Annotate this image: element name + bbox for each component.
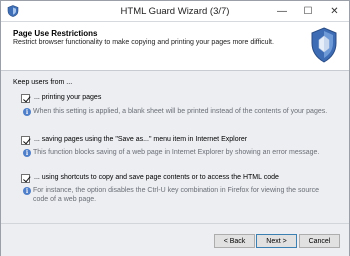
- wizard-header: Page Use Restrictions Restrict browser f…: [1, 22, 349, 71]
- print-note: When this setting is applied, a blank sh…: [33, 108, 328, 115]
- info-icon: i: [23, 149, 31, 157]
- wizard-window: HTML Guard Wizard (3/7) — ☐ ✕ Page Use R…: [0, 0, 350, 256]
- shortcuts-note: For instance, the option disables the Ct…: [33, 187, 319, 203]
- save-as-note: This function blocks saving of a web pag…: [33, 149, 320, 156]
- back-button[interactable]: < Back: [214, 234, 255, 248]
- page-subtitle: Restrict browser functionality to make c…: [13, 39, 274, 46]
- page-title: Page Use Restrictions: [13, 29, 98, 38]
- close-button[interactable]: ✕: [321, 1, 348, 21]
- info-icon: i: [23, 108, 31, 116]
- print-label[interactable]: ... printing your pages: [34, 94, 101, 101]
- minimize-button[interactable]: —: [269, 1, 295, 21]
- save-as-checkbox[interactable]: [21, 136, 30, 145]
- cancel-button[interactable]: Cancel: [299, 234, 340, 248]
- wizard-content: Keep users from ... ... printing your pa…: [1, 72, 349, 223]
- shortcuts-label[interactable]: ... using shortcuts to copy and save pag…: [34, 174, 279, 181]
- info-icon: i: [23, 187, 31, 195]
- maximize-button[interactable]: ☐: [295, 1, 321, 21]
- intro-text: Keep users from ...: [13, 79, 73, 86]
- shortcuts-checkbox[interactable]: [21, 174, 30, 183]
- wizard-footer: < Back Next > Cancel: [1, 223, 349, 256]
- next-button[interactable]: Next >: [256, 234, 297, 248]
- title-bar[interactable]: HTML Guard Wizard (3/7) — ☐ ✕: [1, 1, 349, 22]
- shield-icon: [311, 27, 337, 63]
- save-as-label[interactable]: ... saving pages using the "Save as..." …: [34, 136, 247, 143]
- print-checkbox[interactable]: [21, 94, 30, 103]
